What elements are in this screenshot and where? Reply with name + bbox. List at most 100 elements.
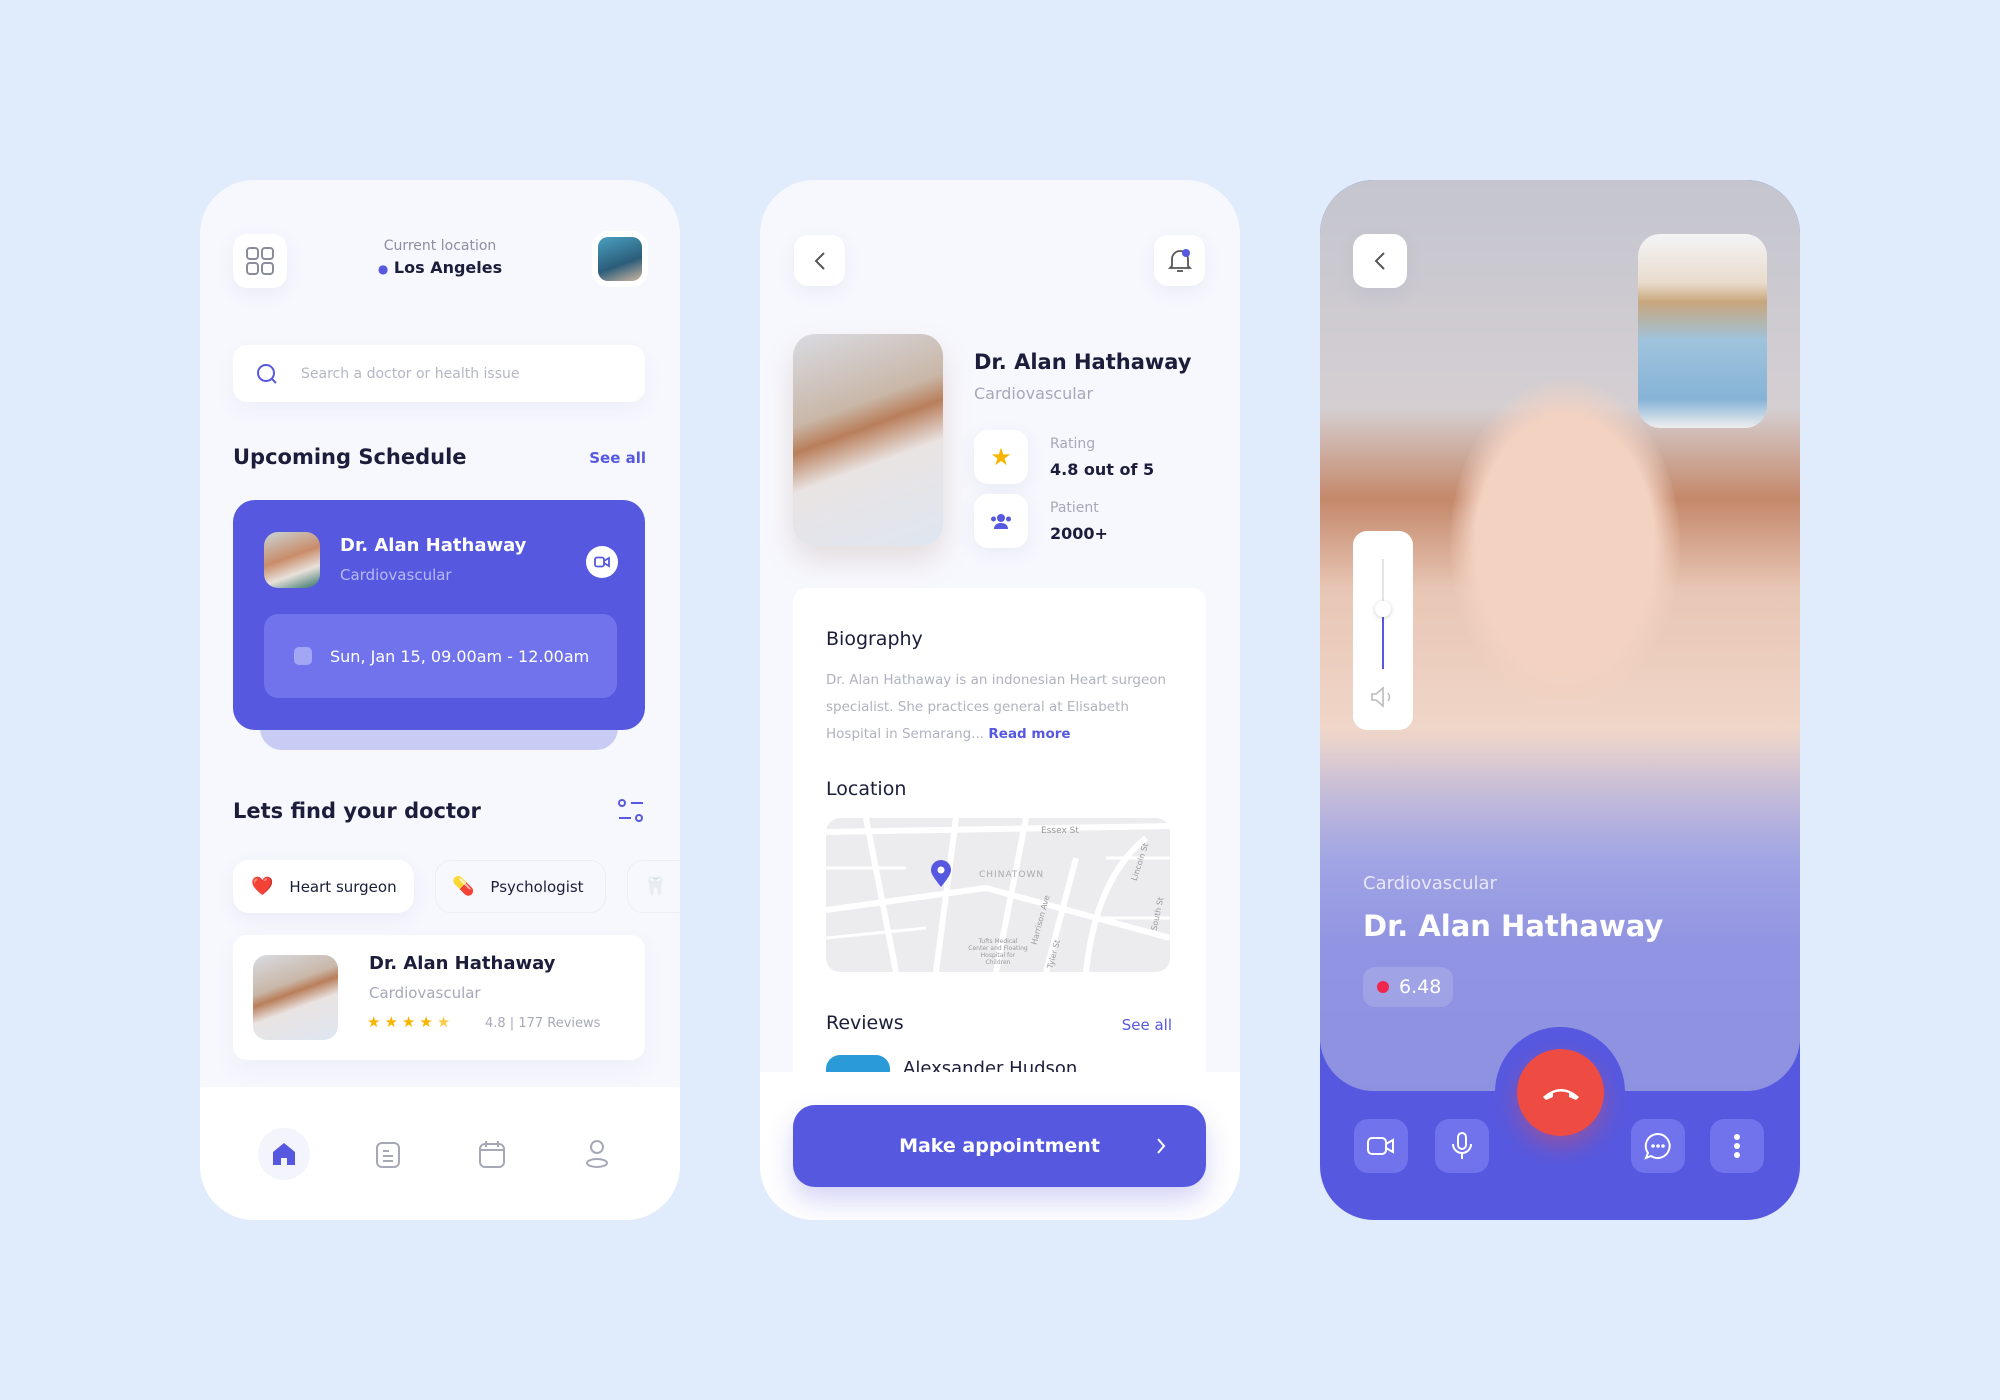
category-label: Heart surgeon (289, 877, 397, 896)
home-screen: Current location ● Los Angeles Search a … (200, 180, 680, 1220)
mic-toggle-button[interactable] (1435, 1119, 1489, 1173)
clock-icon (294, 647, 312, 665)
grid-icon (246, 247, 274, 275)
search-icon (257, 363, 277, 384)
schedule-see-all-link[interactable]: See all (589, 449, 646, 467)
appointment-card[interactable]: Dr. Alan Hathaway Cardiovascular Sun, Ja… (233, 500, 645, 730)
chevron-right-icon (1157, 1138, 1166, 1154)
end-call-button[interactable] (1517, 1049, 1604, 1136)
star-icon: ★ (419, 1013, 437, 1031)
call-specialty: Cardiovascular (1363, 873, 1497, 894)
doctor-specialty: Cardiovascular (369, 984, 481, 1002)
chevron-left-icon (1374, 252, 1385, 270)
nav-profile-icon[interactable] (584, 1139, 610, 1169)
location-title: Location (826, 778, 907, 800)
volume-fill (1382, 608, 1384, 669)
map-label: CHINATOWN (979, 870, 1045, 880)
rating-icon-box: ★ (974, 430, 1028, 484)
biography-text: Dr. Alan Hathaway is an indonesian Heart… (826, 667, 1206, 748)
nav-calendar-icon[interactable] (478, 1139, 506, 1169)
bell-icon (1167, 248, 1192, 272)
speaker-icon (1371, 686, 1391, 708)
chat-bubble-icon (1644, 1132, 1671, 1160)
appointment-specialty: Cardiovascular (340, 566, 452, 584)
doctor-photo (793, 334, 943, 546)
nav-home[interactable] (258, 1128, 310, 1180)
camera-toggle-button[interactable] (1354, 1119, 1408, 1173)
doctor-photo (253, 955, 338, 1040)
doctor-name: Dr. Alan Hathaway (974, 350, 1192, 374)
call-doctor-name: Dr. Alan Hathaway (1363, 909, 1664, 943)
location-value: Los Angeles (393, 258, 503, 277)
rating-value: 4.8 out of 5 (1050, 460, 1155, 479)
location-map[interactable]: Essex St CHINATOWN Tufts Medical Center … (826, 818, 1170, 972)
recording-dot-icon (1377, 981, 1389, 993)
bio-line: Dr. Alan Hathaway is an indonesian Heart… (826, 672, 1167, 688)
self-view-video[interactable] (1638, 234, 1767, 428)
map-label: Essex St (1041, 826, 1079, 836)
bio-line: specialist. She practices general at Eli… (826, 699, 1129, 715)
video-call-button[interactable] (586, 546, 618, 578)
more-options-button[interactable] (1710, 1119, 1764, 1173)
volume-slider[interactable] (1353, 531, 1413, 730)
back-button[interactable] (1353, 234, 1407, 288)
nav-document-icon[interactable] (375, 1141, 401, 1169)
video-call-screen: Cardiovascular Dr. Alan Hathaway 6.48 (1320, 180, 1800, 1220)
category-chip-dentist[interactable]: 🦷 (627, 860, 680, 913)
chat-button[interactable] (1631, 1119, 1685, 1173)
location-selector[interactable]: ● Los Angeles (320, 258, 560, 277)
user-avatar[interactable] (598, 237, 642, 281)
doctor-specialty: Cardiovascular (974, 384, 1094, 403)
bottom-nav (200, 1087, 680, 1220)
read-more-link[interactable]: Read more (988, 726, 1070, 742)
users-icon (991, 514, 1011, 529)
tooth-icon: 🦷 (644, 876, 667, 897)
heart-icon: ❤️ (251, 876, 274, 897)
star-half-icon: ★ (436, 1013, 455, 1031)
make-appointment-button[interactable]: Make appointment (793, 1105, 1206, 1187)
category-label: Psychologist (490, 877, 584, 896)
doctor-detail-screen: Dr. Alan Hathaway Cardiovascular ★ Ratin… (760, 180, 1240, 1220)
call-timer: 6.48 (1363, 967, 1453, 1007)
microphone-icon (1452, 1132, 1472, 1159)
video-icon (594, 556, 610, 568)
filter-icon[interactable] (617, 798, 645, 824)
home-icon (273, 1143, 295, 1165)
star-icon: ★ (990, 443, 1012, 471)
category-chip-heart-surgeon[interactable]: ❤️ Heart surgeon (233, 860, 414, 913)
phone-hangup-icon (1542, 1088, 1579, 1100)
rating-text: 4.8 | 177 Reviews (485, 1016, 601, 1031)
biography-title: Biography (826, 628, 923, 650)
menu-button[interactable] (233, 234, 287, 288)
schedule-title: Upcoming Schedule (233, 445, 467, 469)
doctor-avatar (264, 532, 320, 588)
pin-icon: ● (377, 262, 389, 276)
category-chip-psychologist[interactable]: 💊 Psychologist (435, 860, 606, 913)
video-face (1450, 380, 1680, 710)
bio-line: Hospital in Semarang... (826, 726, 985, 742)
star-icon: ★ (401, 1013, 420, 1031)
search-placeholder: Search a doctor or health issue (301, 365, 520, 382)
appointment-time-box: Sun, Jan 15, 09.00am - 12.00am (264, 614, 617, 698)
more-vertical-icon (1734, 1134, 1740, 1158)
find-doctor-title: Lets find your doctor (233, 799, 481, 823)
reviews-see-all-link[interactable]: See all (1122, 1016, 1172, 1034)
cta-label: Make appointment (899, 1135, 1100, 1157)
patient-label: Patient (1050, 500, 1099, 516)
map-label: Tufts Medical Center and Floating Hospit… (968, 938, 1028, 966)
pill-icon: 💊 (452, 876, 475, 897)
doctor-card[interactable]: Dr. Alan Hathaway Cardiovascular ★★★★★ 4… (233, 935, 645, 1060)
rating-label: Rating (1050, 436, 1096, 452)
search-input[interactable]: Search a doctor or health issue (233, 345, 645, 402)
location-label: Current location (383, 238, 497, 254)
video-camera-icon (1367, 1137, 1394, 1155)
volume-knob[interactable] (1375, 600, 1391, 617)
notification-button[interactable] (1154, 235, 1205, 286)
star-icon: ★ (384, 1013, 402, 1031)
reviews-title: Reviews (826, 1012, 904, 1034)
back-button[interactable] (794, 235, 845, 286)
appointment-doctor-name: Dr. Alan Hathaway (340, 535, 527, 556)
rating-stars: ★★★★★ (367, 1013, 454, 1031)
appointment-time: Sun, Jan 15, 09.00am - 12.00am (330, 646, 590, 666)
timer-value: 6.48 (1399, 976, 1442, 998)
